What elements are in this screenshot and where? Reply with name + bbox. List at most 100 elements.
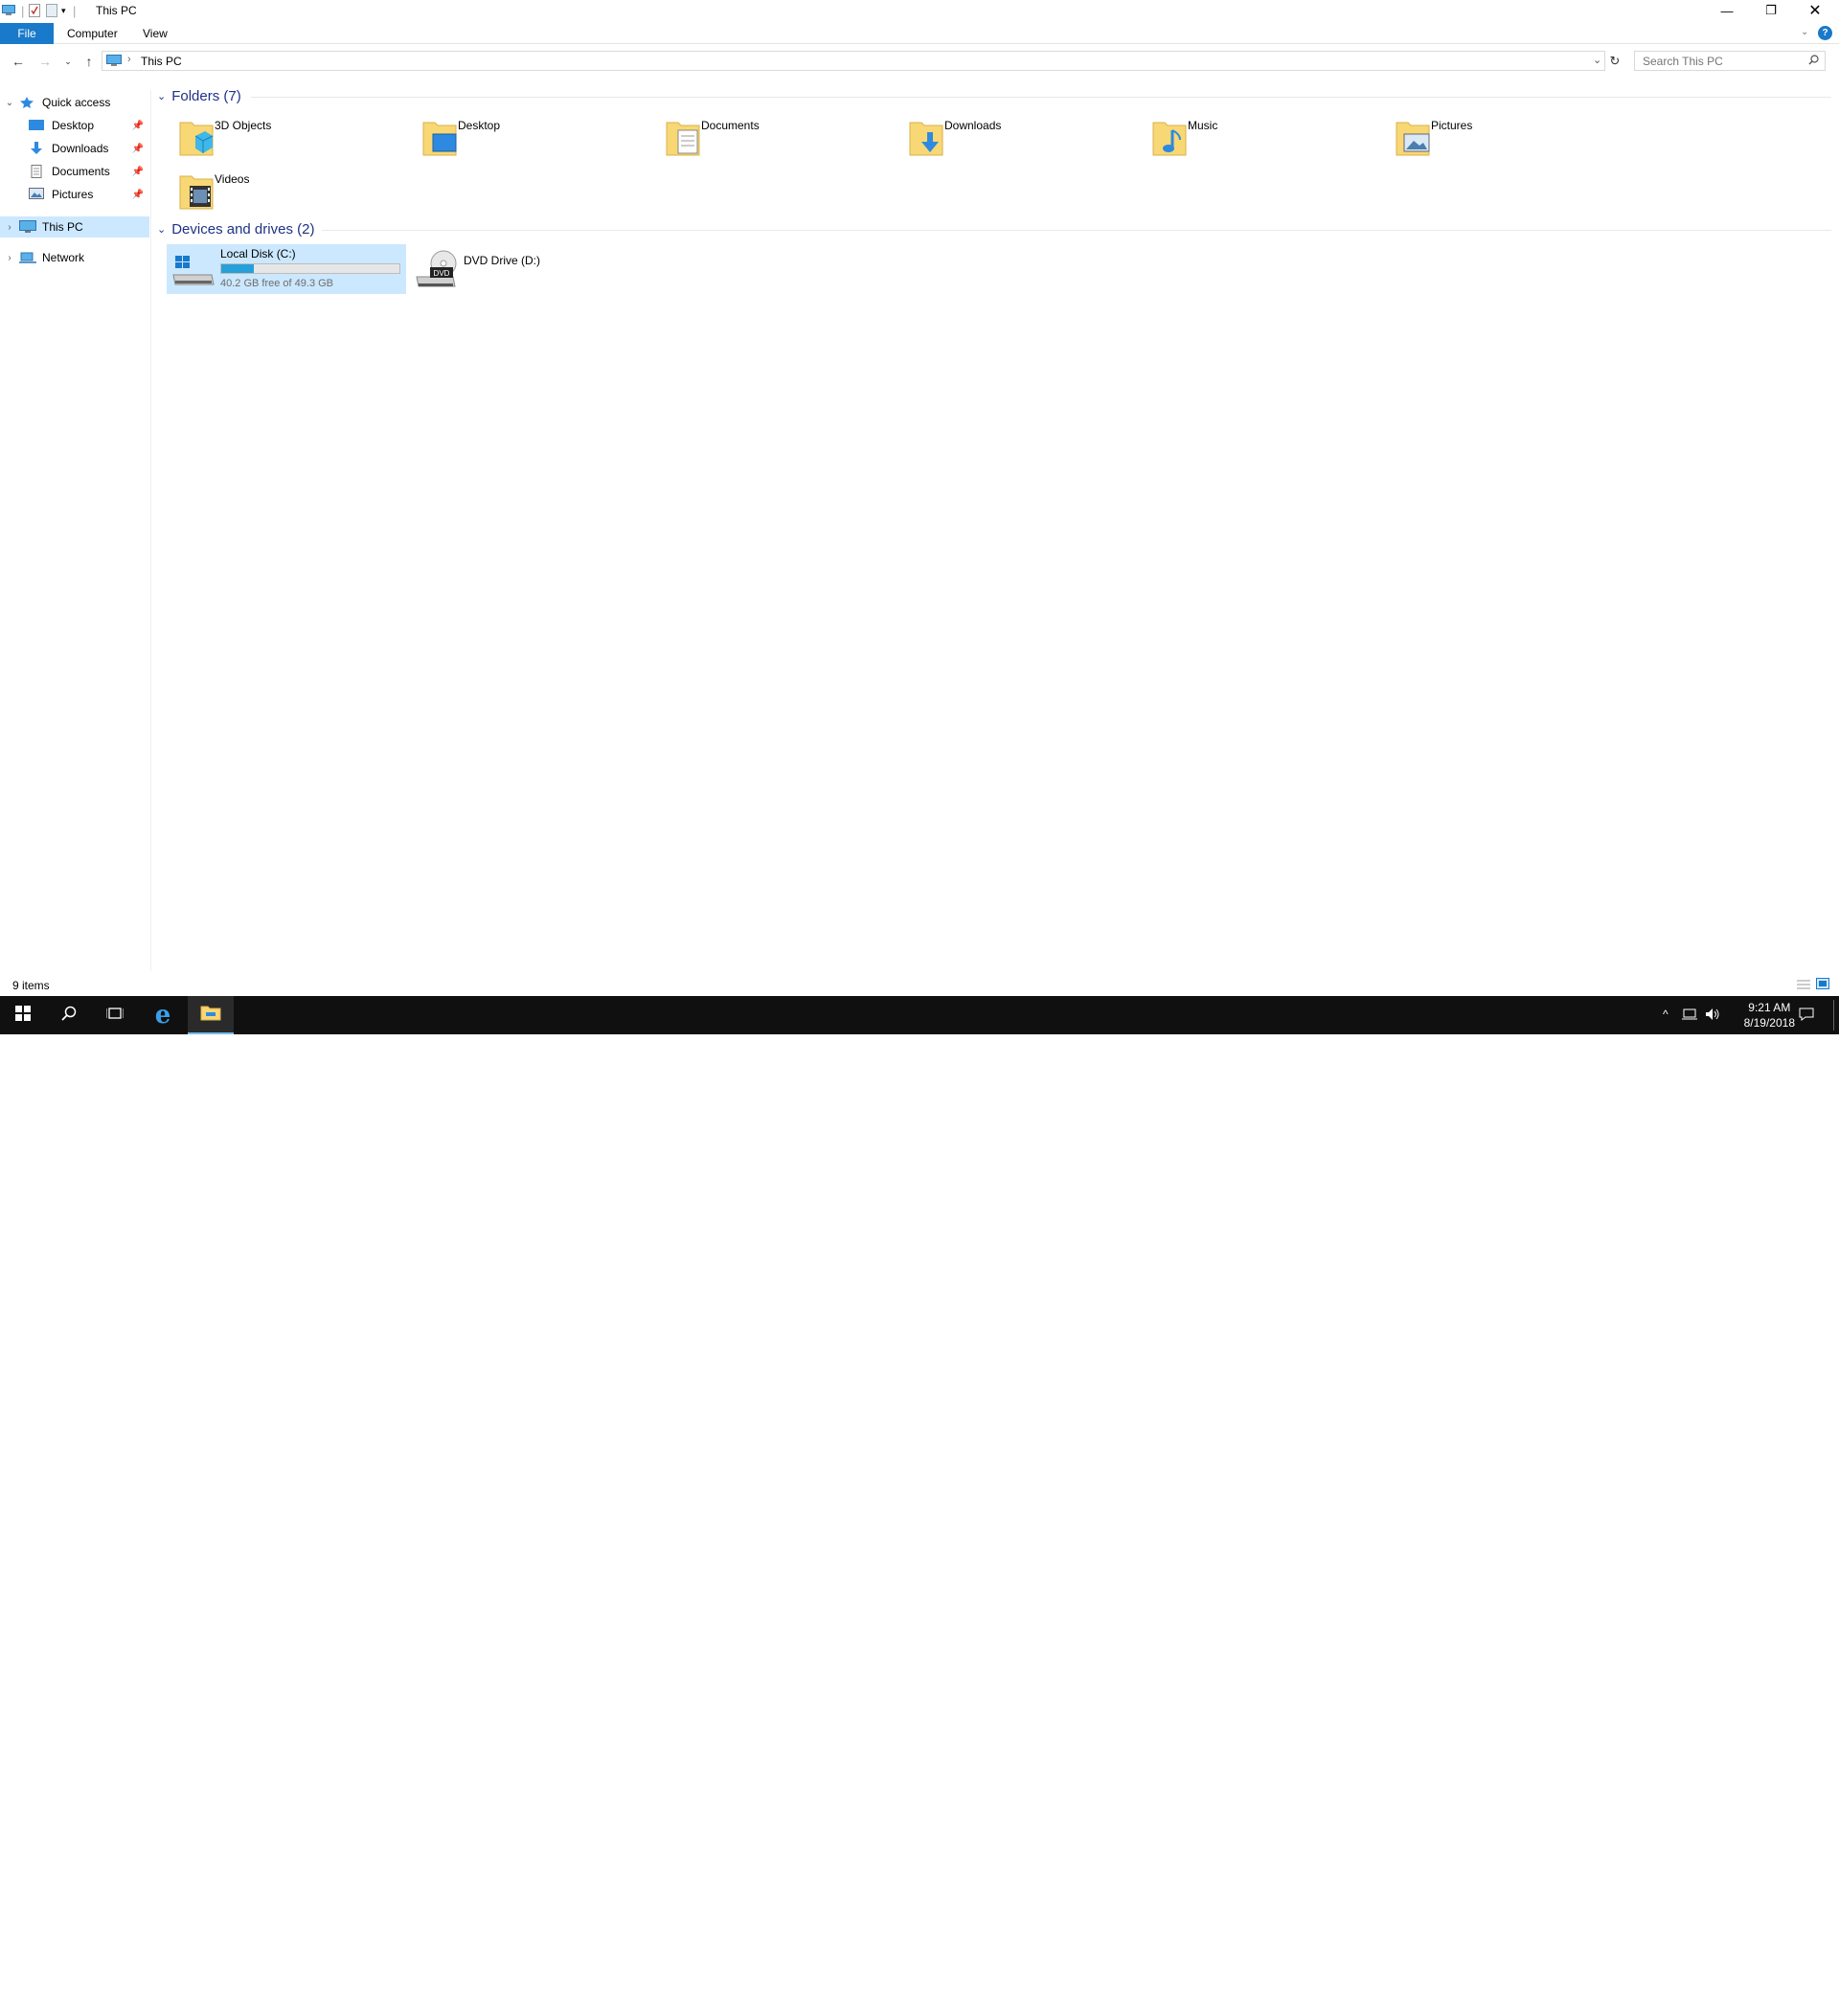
chevron-down-icon[interactable]: ⌄: [0, 98, 19, 108]
address-history-chevron-icon[interactable]: ⌄: [1593, 54, 1601, 66]
chevron-down-icon[interactable]: ⌄: [157, 223, 166, 236]
group-header-folders[interactable]: ⌄ Folders (7): [157, 86, 241, 105]
show-desktop-button[interactable]: [1833, 1000, 1834, 1031]
group-header-devices[interactable]: ⌄ Devices and drives (2): [157, 219, 314, 238]
volume-icon[interactable]: [1705, 1008, 1720, 1024]
minimize-icon: —: [1720, 3, 1734, 18]
internet-explorer-button[interactable]: e: [140, 996, 186, 1034]
tab-computer[interactable]: Computer: [54, 23, 131, 44]
nav-label: This PC: [42, 220, 83, 234]
folder-documents[interactable]: Documents: [659, 115, 889, 163]
refresh-button[interactable]: ↻: [1605, 52, 1624, 71]
close-icon: ✕: [1808, 3, 1822, 19]
address-bar[interactable]: › This PC ⌄: [102, 51, 1605, 71]
start-button[interactable]: [0, 996, 46, 1034]
breadcrumb-this-pc[interactable]: This PC: [141, 55, 182, 68]
address-row: ← → ⌄ ↑ › This PC ⌄ ↻: [0, 48, 1839, 75]
sidebar-item-desktop[interactable]: Desktop 📌: [0, 115, 149, 136]
search-input[interactable]: [1643, 52, 1805, 70]
recent-locations-button[interactable]: ⌄: [57, 52, 79, 71]
action-center-icon[interactable]: [1799, 1008, 1814, 1024]
this-pc-icon: [19, 220, 36, 234]
details-view-icon[interactable]: [1797, 979, 1810, 993]
new-folder-icon[interactable]: [46, 3, 57, 18]
back-arrow-icon: ←: [11, 54, 25, 69]
folder-music[interactable]: Music: [1146, 115, 1375, 163]
restore-icon: ❐: [1765, 3, 1777, 17]
desktop-icon: [29, 119, 46, 132]
properties-icon[interactable]: [29, 3, 40, 18]
group-header-label: Folders (7): [171, 87, 241, 104]
videos-folder-icon: [178, 170, 215, 211]
file-explorer-icon: [200, 1004, 221, 1026]
drive-local-disk-c[interactable]: Local Disk (C:) 40.2 GB free of 49.3 GB: [167, 244, 406, 294]
dvd-drive-icon: DVD: [415, 248, 459, 293]
taskbar: e TheCollectionBook ^ 9:21 AM 8/19/2018: [0, 996, 1839, 2016]
tab-file[interactable]: File: [0, 23, 54, 44]
refresh-icon: ↻: [1609, 54, 1621, 68]
windows-logo-icon: [15, 1005, 31, 1026]
back-button[interactable]: ←: [8, 52, 29, 71]
system-clock[interactable]: 9:21 AM 8/19/2018: [1744, 1000, 1795, 1031]
nav-quick-access[interactable]: ⌄ Quick access: [0, 92, 149, 113]
task-view-button[interactable]: [92, 996, 138, 1034]
group-header-label: Devices and drives (2): [171, 220, 315, 238]
sidebar-item-pictures[interactable]: Pictures 📌: [0, 184, 149, 205]
restore-button[interactable]: ❐: [1749, 0, 1793, 21]
sidebar-item-network[interactable]: › Network: [0, 247, 149, 268]
sidebar-item-documents[interactable]: Documents 📌: [0, 161, 149, 182]
folder-videos[interactable]: Videos: [172, 169, 402, 216]
chevron-down-icon[interactable]: ⌄: [157, 90, 166, 102]
large-icons-view-icon[interactable]: [1816, 978, 1829, 992]
chevron-right-icon[interactable]: ›: [0, 222, 19, 233]
customize-toolbar-chevron-icon[interactable]: ▾: [61, 3, 66, 18]
pin-icon[interactable]: 📌: [132, 144, 144, 154]
sidebar-item-downloads[interactable]: Downloads 📌: [0, 138, 149, 159]
group-divider: [322, 230, 1831, 231]
search-box[interactable]: [1634, 51, 1826, 71]
expand-ribbon-chevron-icon[interactable]: ⌄: [1801, 27, 1808, 37]
pin-icon[interactable]: 📌: [132, 121, 144, 131]
picture-icon: [29, 188, 46, 201]
network-icon: [19, 251, 36, 264]
pin-icon[interactable]: 📌: [132, 167, 144, 177]
group-divider: [251, 97, 1831, 98]
up-arrow-icon: ↑: [85, 54, 93, 69]
status-bar: 9 items: [0, 975, 1839, 996]
folder-downloads[interactable]: Downloads: [902, 115, 1132, 163]
3d-objects-folder-icon: [178, 117, 215, 157]
drive-dvd-d[interactable]: DVD DVD Drive (D:): [410, 244, 649, 294]
nav-label: Desktop: [52, 119, 95, 132]
tab-view[interactable]: View: [129, 23, 181, 44]
search-button[interactable]: [46, 996, 92, 1034]
internet-explorer-icon: e: [154, 1001, 171, 1030]
folder-label: Videos: [215, 172, 250, 186]
toolbar-separator: |: [21, 3, 25, 18]
folder-desktop[interactable]: Desktop: [416, 115, 646, 163]
breadcrumb-separator[interactable]: ›: [127, 54, 131, 65]
pin-icon[interactable]: 📌: [132, 190, 144, 200]
chevron-right-icon[interactable]: ›: [0, 253, 19, 263]
forward-button[interactable]: →: [34, 52, 56, 71]
sidebar-item-this-pc[interactable]: › This PC: [0, 216, 149, 238]
nav-label: Documents: [52, 165, 110, 178]
window-title: This PC: [96, 4, 137, 17]
search-icon[interactable]: [1808, 55, 1819, 68]
folder-label: Desktop: [458, 119, 501, 132]
folder-3d-objects[interactable]: 3D Objects: [172, 115, 402, 163]
show-hidden-icons-icon[interactable]: ^: [1663, 1008, 1669, 1021]
folder-pictures[interactable]: Pictures: [1389, 115, 1619, 163]
desktop-folder-icon: [421, 117, 458, 157]
windows-drive-icon: [171, 250, 216, 291]
network-tray-icon[interactable]: [1682, 1008, 1697, 1024]
svg-text:DVD: DVD: [434, 269, 450, 278]
navigation-pane: ⌄ Quick access Desktop 📌 Downloads 📌 Doc…: [0, 90, 151, 971]
folder-label: Pictures: [1431, 119, 1473, 132]
drive-label: DVD Drive (D:): [464, 254, 540, 267]
minimize-button[interactable]: —: [1705, 0, 1749, 21]
pictures-folder-icon: [1395, 117, 1431, 157]
close-button[interactable]: ✕: [1793, 0, 1837, 21]
up-button[interactable]: ↑: [79, 52, 100, 71]
help-icon[interactable]: ?: [1818, 26, 1832, 40]
file-explorer-button[interactable]: [188, 996, 234, 1034]
